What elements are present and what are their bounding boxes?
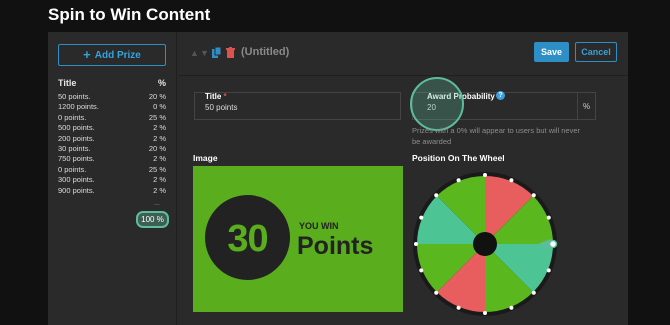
wheel-peg [546,215,551,220]
list-item[interactable]: 200 points. 2 % [58,134,166,144]
prize-title: 50 points. [58,92,91,101]
wheel-peg [456,305,461,310]
percent-unit: % [577,93,595,119]
prize-percent: 2 % [153,154,166,164]
prize-title: 900 points. [58,185,95,195]
help-icon[interactable]: ? [496,91,505,100]
prize-title: 750 points. [58,154,95,164]
prize-wheel[interactable] [410,169,560,319]
move-down-icon[interactable]: ▼ [200,48,209,58]
wheel-peg [434,193,439,198]
prize-title: 500 points. [58,123,95,133]
list-item[interactable]: 0 points. 25 % [58,113,166,123]
wheel-peg [419,268,424,273]
list-item[interactable]: 50 points. 20 % [58,92,166,102]
prize-title: 300 points. [58,175,95,185]
prize-list: 50 points. 20 % 1200 points. 0 % 0 points.… [58,92,166,196]
wheel-hub [473,232,497,256]
prize-percent: 25 % [148,164,166,174]
wheel-peg [483,173,487,177]
wheel-peg [509,178,514,183]
list-item[interactable]: 300 points. 2 % [58,175,166,185]
title-value: 50 points [205,103,238,112]
prize-title: 30 points. [58,143,91,153]
image-label: Image [193,153,218,163]
cancel-button[interactable]: Cancel [575,42,617,62]
list-item[interactable]: 900 points. 2 % [58,186,166,196]
badge-number: 30 [227,218,268,260]
column-header-percent: % [157,78,166,88]
wheel-peg [434,290,439,295]
move-up-icon[interactable]: ▲ [190,48,199,58]
list-item[interactable]: 30 points. 20 % [58,144,166,154]
prize-percent: 20 % [148,92,166,101]
list-item[interactable]: 0 points. 25 % [58,165,166,175]
wheel-peg [456,178,461,183]
plus-icon: + [83,47,91,62]
wheel-peg [419,215,424,220]
total-percent-badge: 100 % [136,211,169,228]
wheel-peg [546,268,551,273]
prize-percent: 25 % [148,112,166,122]
page-title: Spin to Win Content [48,5,211,24]
trash-icon[interactable] [226,47,235,58]
list-item[interactable]: 500 points. 2 % [58,123,166,133]
list-item[interactable]: 750 points. 2 % [58,154,166,164]
column-header-title: Title [58,78,77,88]
wheel-peg [483,311,487,315]
duplicate-icon[interactable] [212,47,221,58]
add-prize-button[interactable]: + Add Prize [58,44,166,66]
prize-title: 1200 points. [58,102,99,112]
position-marker[interactable] [548,239,558,249]
list-item[interactable]: 1200 points. 0 % [58,102,166,112]
probability-hint: Prizes with a 0% will appear to users bu… [412,126,580,146]
item-title: (Untitled) [241,46,290,58]
focus-highlight [410,77,464,131]
prize-percent: 2 % [153,123,166,133]
prize-percent: 0 % [153,102,166,112]
prize-percent: 20 % [148,143,166,153]
save-button[interactable]: Save [534,42,569,62]
prize-percent: 2 % [153,133,166,143]
you-win-text: YOU WIN [299,221,339,231]
position-label: Position On The Wheel [412,153,505,163]
points-text: Points [297,232,374,260]
prize-title: 0 points. [58,112,87,122]
prize-title: 200 points. [58,133,95,143]
wheel-peg [531,290,536,295]
title-field[interactable]: Title * 50 points [194,92,401,120]
editor-panel: + Add Prize Title % 50 points. 20 % 1200 … [48,32,628,325]
add-prize-label: Add Prize [94,49,141,61]
wheel-peg [531,193,536,198]
prize-sidebar: + Add Prize Title % 50 points. 20 % 1200 … [48,32,177,325]
prize-percent: 2 % [153,175,166,185]
prize-title: 0 points. [58,164,87,174]
total-divider: ... [154,200,160,207]
editor-toolbar: ▲ ▼ (Untitled) Save Cancel [178,32,628,76]
prize-list-header: Title % [58,78,166,88]
prize-image[interactable]: 30 YOU WIN Points [193,166,403,312]
wheel-peg [414,242,418,246]
wheel-peg [509,305,514,310]
prize-percent: 2 % [153,185,166,195]
title-label: Title * [205,92,227,101]
